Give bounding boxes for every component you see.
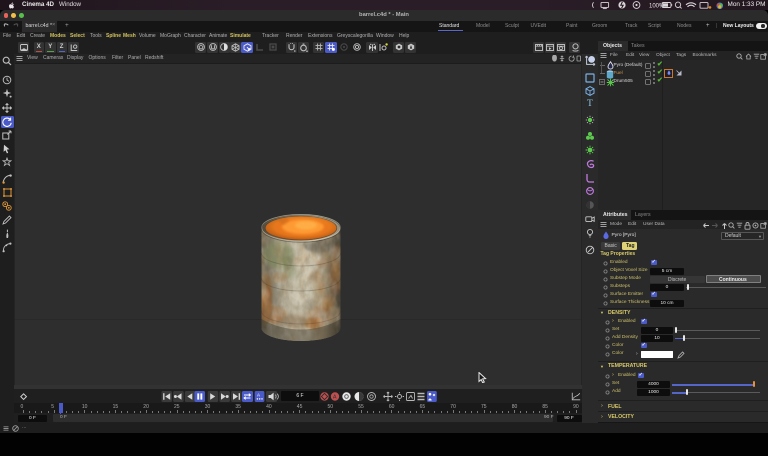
svg-text:100%: 100% [649,3,665,9]
svg-text:A: A [257,392,260,397]
svg-text:A: A [333,394,337,400]
